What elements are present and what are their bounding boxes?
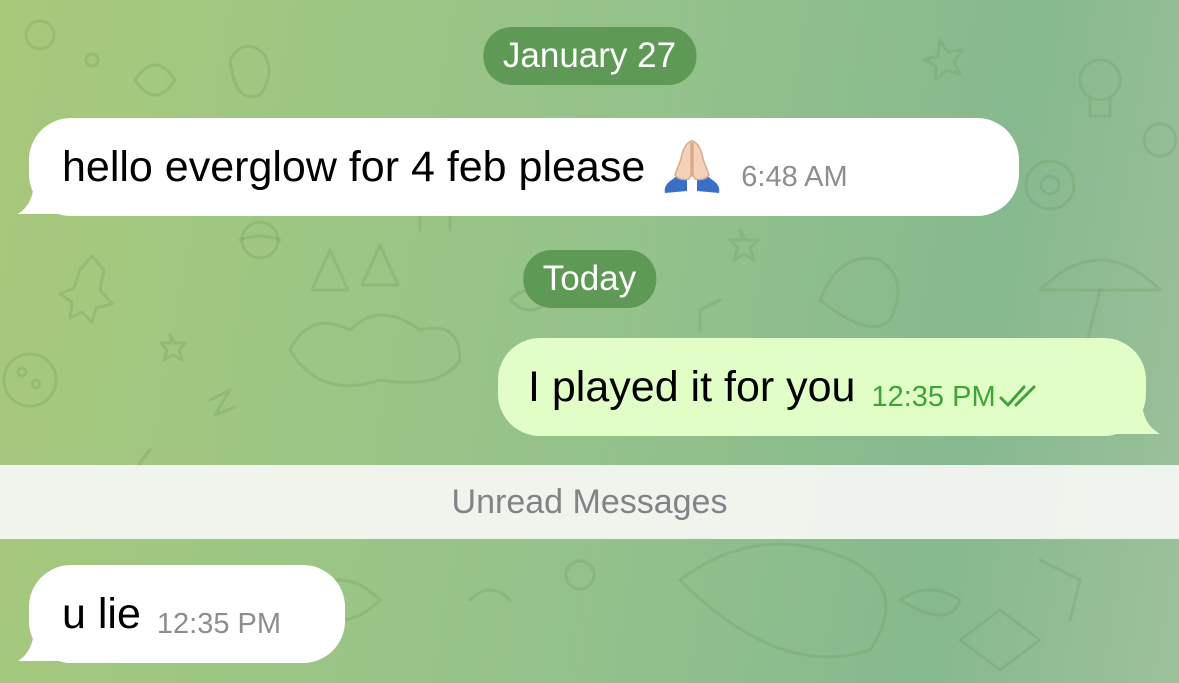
unread-messages-label: Unread Messages <box>451 482 728 521</box>
message-bubble-incoming[interactable]: u lie 12:35 PM <box>29 565 345 663</box>
message-text: hello everglow for 4 feb please <box>62 142 646 191</box>
message-time: 12:35 PM <box>156 607 282 640</box>
message-bubble-outgoing[interactable]: I played it for you 12:35 PM <box>498 338 1146 436</box>
folded-hands-emoji-icon <box>659 137 725 197</box>
double-check-read-icon <box>999 385 1036 407</box>
message-text: u lie <box>62 589 141 638</box>
message-time: 12:35 PM <box>871 380 996 413</box>
date-separator: January 27 <box>482 27 697 85</box>
message-bubble-incoming[interactable]: hello everglow for 4 feb please 6:48 AM <box>29 118 1019 216</box>
unread-messages-divider: Unread Messages <box>0 465 1179 539</box>
message-text: I played it for you <box>528 362 856 411</box>
date-separator: Today <box>522 250 657 308</box>
message-time: 6:48 AM <box>741 160 848 193</box>
